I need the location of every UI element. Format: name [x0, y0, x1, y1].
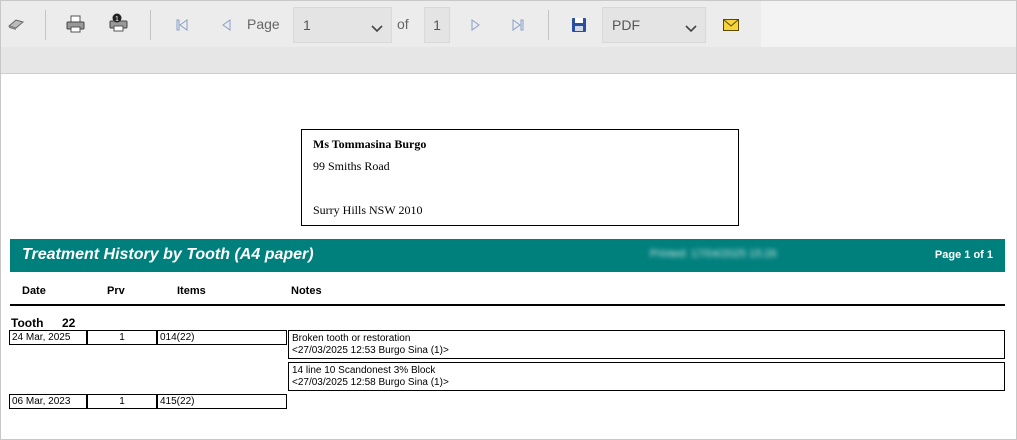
page-count: Page 1 of 1	[934, 249, 993, 261]
save-icon[interactable]	[569, 16, 589, 34]
of-label: of	[397, 16, 409, 32]
toolbar-background	[761, 1, 1016, 47]
note-meta: <27/03/2025 12:53 Burgo Sina (1)>	[292, 345, 449, 356]
print-options-icon[interactable]: 1	[107, 12, 131, 34]
column-header-items: Items	[177, 285, 206, 297]
printed-timestamp: Printed: 17/04/2025 15:26	[650, 248, 777, 260]
export-format-value: PDF	[612, 17, 640, 33]
total-pages: 1	[424, 7, 450, 43]
column-header-notes: Notes	[291, 285, 322, 297]
page-label: Page	[247, 16, 280, 32]
patient-name: Ms Tommasina Burgo	[313, 137, 427, 151]
note-meta: <27/03/2025 12:58 Burgo Sina (1)>	[292, 377, 449, 388]
column-header-date: Date	[22, 285, 46, 297]
report-header: Treatment History by Tooth (A4 paper) Pr…	[10, 239, 1005, 272]
tooth-number: 22	[62, 316, 76, 330]
row-date: 06 Mar, 2023	[9, 394, 87, 409]
address-box: Ms Tommasina Burgo 99 Smiths Road Surry …	[301, 129, 739, 226]
row-item: 415(22)	[157, 394, 287, 409]
row-provider: 1	[87, 330, 157, 345]
page-select-value: 1	[303, 17, 311, 33]
toolbar: 1 Page 1 of 1 PDF	[1, 1, 761, 47]
next-page-icon[interactable]	[467, 17, 485, 33]
toolbar-separator	[45, 10, 46, 40]
address-line-2: Surry Hills NSW 2010	[313, 203, 423, 217]
toolbar-separator	[150, 10, 151, 40]
chevron-down-icon	[685, 20, 697, 36]
treatment-note: 14 line 10 Scandonest 3% Block <27/03/20…	[288, 362, 1005, 391]
column-header-prv: Prv	[107, 285, 125, 297]
report-viewer: 1 Page 1 of 1 PDF Ms Tommasina Burgo 99 …	[0, 0, 1017, 440]
note-text: 14 line 10 Scandonest 3% Block	[292, 365, 436, 376]
eraser-icon[interactable]	[5, 14, 27, 34]
row-provider: 1	[87, 394, 157, 409]
first-page-icon[interactable]	[173, 17, 191, 33]
address-line-1: 99 Smiths Road	[313, 159, 390, 173]
treatment-note: Broken tooth or restoration <27/03/2025 …	[288, 330, 1005, 359]
page-select[interactable]: 1	[293, 7, 392, 43]
chevron-down-icon	[371, 20, 383, 36]
previous-page-icon[interactable]	[217, 17, 235, 33]
note-text: Broken tooth or restoration	[292, 333, 411, 344]
toolbar-divider-band	[1, 47, 1016, 74]
report-title: Treatment History by Tooth (A4 paper)	[22, 246, 314, 263]
row-date: 24 Mar, 2025	[9, 330, 87, 345]
print-icon[interactable]	[65, 14, 87, 34]
tooth-label: Tooth	[11, 316, 44, 330]
email-icon[interactable]	[721, 16, 741, 34]
row-item: 014(22)	[157, 330, 287, 345]
export-format-select[interactable]: PDF	[602, 7, 706, 43]
header-rule	[10, 304, 1005, 306]
last-page-icon[interactable]	[509, 17, 527, 33]
svg-text:1: 1	[115, 16, 119, 23]
toolbar-separator	[548, 10, 549, 40]
